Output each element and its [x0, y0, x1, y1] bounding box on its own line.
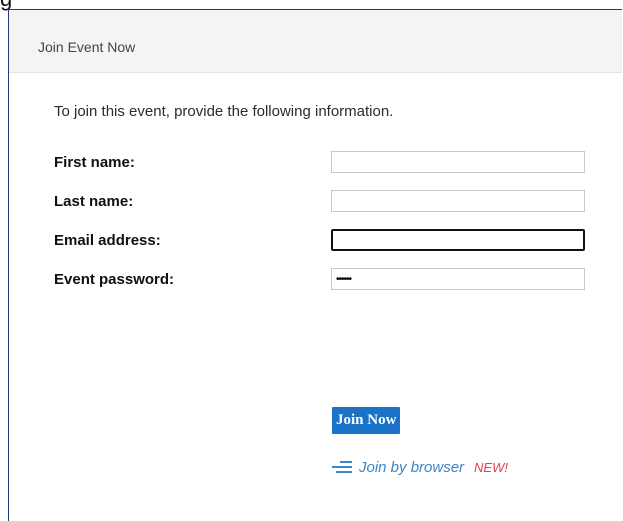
join-now-button[interactable]: Join Now — [332, 407, 401, 434]
event-password-field[interactable] — [331, 268, 585, 290]
first-name-label: First name: — [54, 154, 135, 171]
last-name-field[interactable] — [331, 190, 585, 212]
join-by-browser-label: Join by browser — [359, 458, 465, 476]
join-by-browser-link[interactable]: Join by browser NEW! — [331, 456, 508, 478]
event-password-row: Event password: — [54, 268, 594, 292]
last-name-row: Last name: — [54, 190, 594, 214]
window-title: Join Event Now — [38, 39, 136, 55]
last-name-label: Last name: — [54, 193, 134, 210]
email-label: Email address: — [54, 232, 161, 249]
first-name-field[interactable] — [331, 151, 585, 173]
form-intro-text: To join this event, provide the followin… — [54, 103, 394, 120]
event-password-label: Event password: — [54, 271, 175, 288]
menu-lines-icon — [332, 461, 352, 473]
email-field[interactable] — [331, 229, 585, 251]
first-name-row: First name: — [54, 151, 594, 175]
email-row: Email address: — [54, 229, 594, 253]
join-event-window: Join Event Now To join this event, provi… — [8, 9, 622, 521]
window-header: Join Event Now — [9, 10, 622, 73]
new-badge: NEW! — [474, 459, 508, 475]
